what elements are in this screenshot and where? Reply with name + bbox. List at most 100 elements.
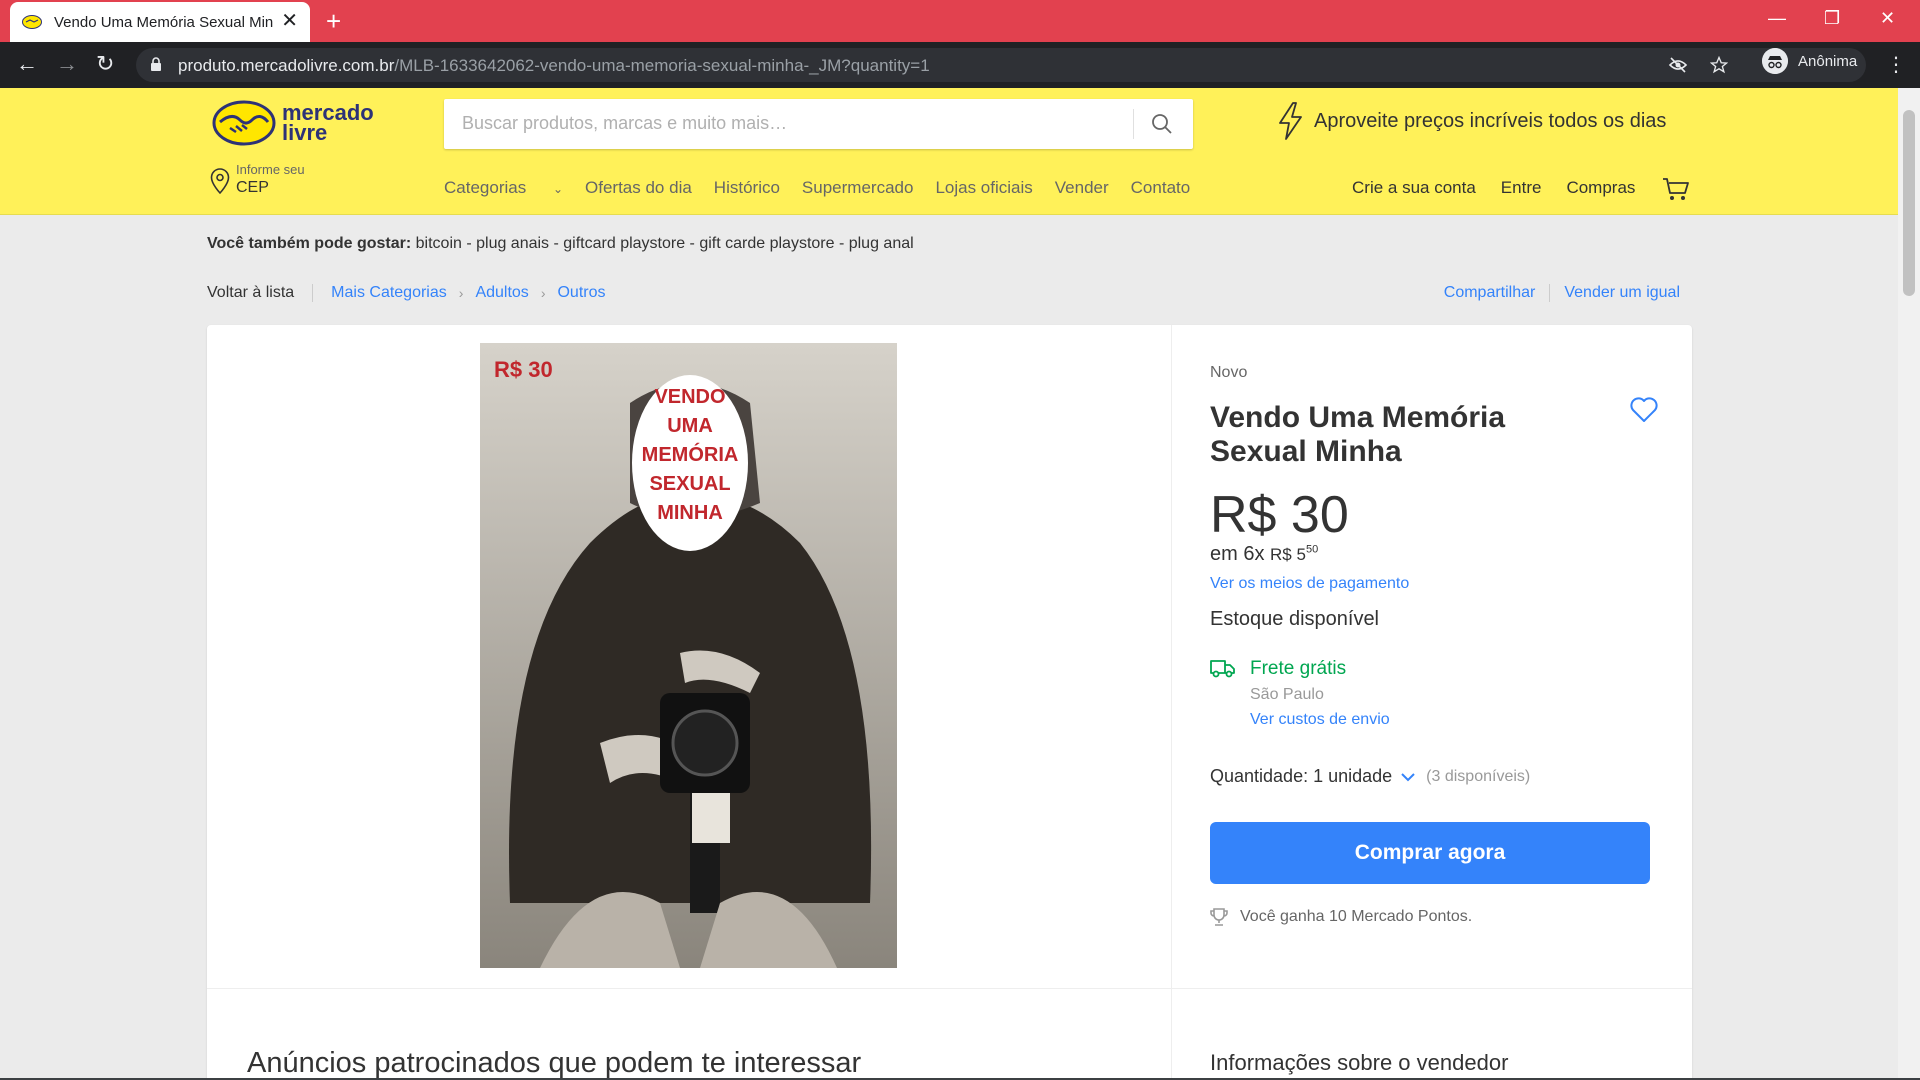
breadcrumb-divider (312, 284, 314, 302)
image-price-tag: R$ 30 (494, 357, 553, 382)
incognito-icon (1762, 48, 1788, 74)
page-scrollbar[interactable] (1898, 88, 1920, 1080)
breadcrumb-item[interactable]: Adultos (475, 284, 528, 302)
nav-lojas-oficiais[interactable]: Lojas oficiais (935, 178, 1032, 198)
image-overlay-line: MEMÓRIA (642, 442, 739, 466)
reload-icon[interactable]: ↻ (96, 52, 114, 76)
browser-tab[interactable]: Vendo Uma Memória Sexual Minha ✕ (10, 2, 310, 42)
suggestions-bar: Você também pode gostar: bitcoin - plug … (207, 235, 914, 253)
quantity-selector[interactable]: Quantidade: 1 unidade (3 disponíveis) (1210, 766, 1530, 787)
browser-toolbar: ← → ↻ produto.mercadolivre.com.br/MLB-16… (0, 42, 1920, 88)
minimize-icon[interactable]: — (1768, 8, 1786, 29)
location-value: CEP (236, 179, 269, 196)
tab-close-icon[interactable]: ✕ (281, 11, 298, 31)
shipping-costs-link[interactable]: Ver custos de envio (1250, 711, 1390, 729)
breadcrumb-item[interactable]: Outros (557, 284, 605, 302)
lock-icon (151, 57, 161, 71)
login-link[interactable]: Entre (1501, 178, 1542, 198)
product-photo-illustration: R$ 30 VENDO UMA MEMÓRIA SEXUAL MINHA (480, 343, 897, 968)
tracking-blocked-icon[interactable] (1668, 56, 1688, 74)
sell-similar-link[interactable]: Vender um igual (1564, 284, 1680, 302)
location-selector[interactable]: Informe seu CEP (210, 162, 305, 198)
listing-actions: Compartilhar Vender um igual (1444, 284, 1680, 302)
site-header: mercado livre Aproveite preços incríveis… (0, 88, 1898, 215)
tab-title: Vendo Uma Memória Sexual Minha (54, 13, 274, 31)
browser-menu-icon[interactable]: ⋮ (1886, 52, 1906, 77)
url-text: produto.mercadolivre.com.br/MLB-16336420… (178, 56, 930, 75)
nav-categorias[interactable]: Categorias ⌄ (444, 178, 563, 198)
suggestions-links[interactable]: bitcoin - plug anais - giftcard playstor… (416, 235, 914, 252)
browser-tabbar: Vendo Uma Memória Sexual Minha ✕ + — ❐ ✕ (0, 0, 1920, 42)
search-box (444, 99, 1193, 149)
main-nav: Categorias ⌄ Ofertas do dia Histórico Su… (444, 178, 1212, 198)
handshake-logo-icon (212, 100, 276, 146)
nav-contato[interactable]: Contato (1131, 178, 1191, 198)
restore-icon[interactable]: ❐ (1824, 8, 1840, 29)
search-icon[interactable] (1151, 113, 1173, 135)
scrollbar-thumb[interactable] (1903, 110, 1915, 296)
new-tab-button[interactable]: + (326, 6, 341, 36)
product-price: R$ 30 (1210, 486, 1349, 544)
close-window-icon[interactable]: ✕ (1880, 8, 1895, 29)
mercadolivre-favicon-icon (22, 15, 42, 29)
web-page: mercado livre Aproveite preços incríveis… (0, 88, 1898, 1080)
seller-info-title: Informações sobre o vendedor (1210, 1050, 1509, 1075)
chevron-right-icon: › (458, 285, 464, 301)
breadcrumb: Voltar à lista Mais Categorias › Adultos… (207, 284, 606, 302)
available-quantity: (3 disponíveis) (1426, 767, 1531, 785)
bookmark-star-icon[interactable] (1710, 56, 1728, 74)
nav-ofertas[interactable]: Ofertas do dia (585, 178, 692, 198)
quantity-value: 1 unidade (1313, 766, 1393, 786)
payment-methods-link[interactable]: Ver os meios de pagamento (1210, 575, 1409, 593)
share-link[interactable]: Compartilhar (1444, 284, 1536, 302)
stock-status: Estoque disponível (1210, 608, 1380, 630)
free-shipping-label: Frete grátis (1250, 658, 1347, 679)
shipping-city: São Paulo (1250, 686, 1324, 703)
quantity-label: Quantidade: (1210, 766, 1309, 786)
actions-divider (1549, 284, 1551, 302)
cart-icon[interactable] (1662, 176, 1690, 202)
back-to-list-link[interactable]: Voltar à lista (207, 284, 294, 302)
back-icon[interactable]: ← (16, 52, 38, 76)
promo-text: Aproveite preços incríveis todos os dias (1314, 109, 1667, 132)
purchases-link[interactable]: Compras (1566, 178, 1635, 198)
mercadolivre-logo[interactable]: mercado livre (212, 100, 382, 148)
logo-text-2: livre (282, 120, 328, 145)
nav-historico[interactable]: Histórico (714, 178, 780, 198)
chevron-down-icon: ⌄ (552, 182, 564, 196)
card-horizontal-divider (207, 988, 1692, 989)
points-text: Você ganha 10 Mercado Pontos. (1240, 908, 1473, 925)
trophy-icon (1210, 908, 1228, 926)
product-image[interactable]: R$ 30 VENDO UMA MEMÓRIA SEXUAL MINHA (480, 343, 897, 968)
suggestions-label: Você também pode gostar: (207, 235, 412, 252)
nav-vender[interactable]: Vender (1055, 178, 1109, 198)
buy-now-button[interactable]: Comprar agora (1210, 822, 1650, 884)
product-condition: Novo (1210, 364, 1248, 381)
search-divider (1133, 109, 1134, 139)
promo-banner[interactable]: Aproveite preços incríveis todos os dias (1276, 102, 1666, 140)
breadcrumb-item[interactable]: Mais Categorias (331, 284, 447, 302)
truck-icon (1210, 660, 1235, 678)
forward-icon[interactable]: → (56, 52, 78, 76)
loyalty-points: Você ganha 10 Mercado Pontos. (1210, 907, 1472, 927)
sponsored-section-title: Anúncios patrocinados que podem te inter… (247, 1047, 862, 1079)
image-overlay-line: MINHA (657, 502, 723, 524)
product-title: Vendo Uma Memória Sexual Minha (1210, 401, 1506, 468)
location-pin-icon (210, 168, 230, 194)
chevron-right-icon: › (540, 285, 546, 301)
location-label: Informe seu (236, 162, 305, 177)
card-vertical-divider (1171, 325, 1172, 1080)
image-overlay-line: UMA (667, 415, 713, 437)
nav-supermercado[interactable]: Supermercado (802, 178, 914, 198)
user-nav: Crie a sua conta Entre Compras (1352, 178, 1660, 198)
incognito-profile-button[interactable]: Anônima (1756, 46, 1869, 76)
image-overlay-line: VENDO (654, 386, 725, 408)
image-overlay-line: SEXUAL (649, 473, 730, 495)
heart-icon[interactable] (1630, 397, 1658, 423)
product-card: R$ 30 VENDO UMA MEMÓRIA SEXUAL MINHA Nov… (207, 325, 1692, 1080)
chevron-down-icon (1401, 772, 1415, 781)
installments: em 6x R$ 550 (1210, 543, 1319, 565)
search-input[interactable] (462, 113, 1102, 134)
address-bar[interactable]: produto.mercadolivre.com.br/MLB-16336420… (136, 48, 1866, 82)
create-account-link[interactable]: Crie a sua conta (1352, 178, 1476, 198)
